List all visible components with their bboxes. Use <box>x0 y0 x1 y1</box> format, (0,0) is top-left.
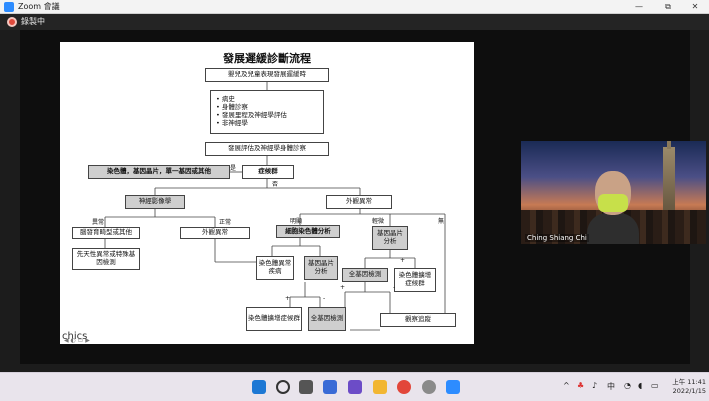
box-trigger: 嬰兒及兒童表現發展遲緩時 <box>205 68 329 82</box>
label-mild: 輕微 <box>372 218 385 225</box>
box-external-abnormal: 外觀異常 <box>326 195 392 209</box>
history-item: • 非神經學 <box>216 118 248 127</box>
recording-label: 錄製中 <box>21 17 45 26</box>
label-obvious: 明顯 <box>290 218 303 225</box>
wifi-icon[interactable]: ◔ <box>624 381 631 390</box>
zoom-app-icon <box>4 2 14 12</box>
start-icon[interactable] <box>252 380 266 394</box>
box-history: • 病史 • 身體診察 • 發展里程及神經學評估 • 非神經學 <box>210 90 324 134</box>
label-plus-3: + <box>400 257 406 264</box>
maximize-button[interactable]: ⧉ <box>654 0 682 14</box>
flowchart-connectors <box>104 82 455 331</box>
chrome-icon[interactable] <box>397 380 411 394</box>
taskbar-clock[interactable]: 上午 11:41 2022/1/15 <box>664 378 706 396</box>
battery-icon[interactable]: ▭ <box>651 381 659 390</box>
widgets-icon[interactable] <box>323 380 337 394</box>
zoom-taskbar-icon[interactable] <box>446 380 460 394</box>
search-icon[interactable] <box>276 380 290 394</box>
box-syndrome: 症候群 <box>242 165 294 179</box>
box-chromosome-tests: 染色體，基因晶片，單一基因或其他 <box>88 165 230 179</box>
teams-chat-icon[interactable] <box>348 380 362 394</box>
settings-gear-icon[interactable] <box>422 380 436 394</box>
label-none: 無 <box>438 218 445 225</box>
minimize-button[interactable]: — <box>625 0 653 14</box>
app-tray-icon[interactable]: ♣ <box>577 381 584 390</box>
task-view-icon[interactable] <box>299 380 313 394</box>
ime-indicator[interactable]: 中 <box>607 381 615 392</box>
shared-slide: 發展遲緩診斷流程 嬰兒及兒童表現發展遲緩時 • 病史 • 身體診察 • 發展里程… <box>60 42 474 344</box>
clock-time: 上午 11:41 <box>672 378 706 386</box>
box-neuroimaging: 神經影像學 <box>125 195 185 209</box>
participant-video[interactable]: Ching Shiang Chi <box>521 141 706 244</box>
recording-icon[interactable] <box>7 17 17 27</box>
box-external-normal: 外觀異常 <box>180 227 250 239</box>
box-chromosome-amplification-1: 染色體擴增症候群 <box>394 268 436 292</box>
label-plus-1: + <box>285 295 291 302</box>
recording-bar: 錄製中 <box>0 14 709 30</box>
close-button[interactable]: ✕ <box>681 0 709 14</box>
label-abnormal: 異常 <box>92 219 105 226</box>
box-assessment: 發展評估及神經學身體診察 <box>205 142 329 156</box>
box-congenital: 先天性異常或特殊基因檢測 <box>72 248 140 270</box>
box-brain-malformation: 腦發育畸型或其他 <box>72 227 140 239</box>
label-yes: 是 <box>230 165 237 172</box>
chevron-up-icon[interactable]: ^ <box>563 381 570 390</box>
box-gene-chip-2: 基因晶片分析 <box>304 256 338 280</box>
volume-icon[interactable]: ◖ <box>638 381 642 390</box>
box-chromosome-amplification-2: 染色體擴增症候群 <box>246 307 302 331</box>
box-observe: 觀察追蹤 <box>380 313 456 327</box>
slide-nav-controls[interactable]: ◀ ◐ ▭ ▶ <box>64 337 90 344</box>
label-minus-2: - <box>393 284 396 291</box>
label-no: 否 <box>272 181 279 188</box>
box-whole-genome-1: 全基因檢測 <box>342 268 388 282</box>
window-titlebar: Zoom 會議 — ⧉ ✕ <box>0 0 709 14</box>
participant-name: Ching Shiang Chi <box>525 234 589 242</box>
person-body <box>587 213 639 244</box>
box-whole-genome-2: 全基因檢測 <box>308 307 346 331</box>
box-gene-chip-1: 基因晶片分析 <box>372 226 408 250</box>
box-chromosome-disease: 染色體異常疾病 <box>256 256 294 280</box>
clock-date: 2022/1/15 <box>672 387 706 395</box>
box-cell-chromosome: 細胞染色體分析 <box>276 225 340 238</box>
windows-taskbar: ^ ♣ ♪ 中 ◔ ◖ ▭ 上午 11:41 2022/1/15 <box>0 372 709 401</box>
participant-person <box>587 171 639 244</box>
face-mask <box>598 194 628 212</box>
window-title: Zoom 會議 <box>18 2 60 11</box>
label-minus-1: - <box>323 295 326 302</box>
label-plus-2: + <box>340 284 346 291</box>
microphone-icon[interactable]: ♪ <box>592 381 597 390</box>
label-normal: 正常 <box>219 219 232 226</box>
file-explorer-icon[interactable] <box>373 380 387 394</box>
